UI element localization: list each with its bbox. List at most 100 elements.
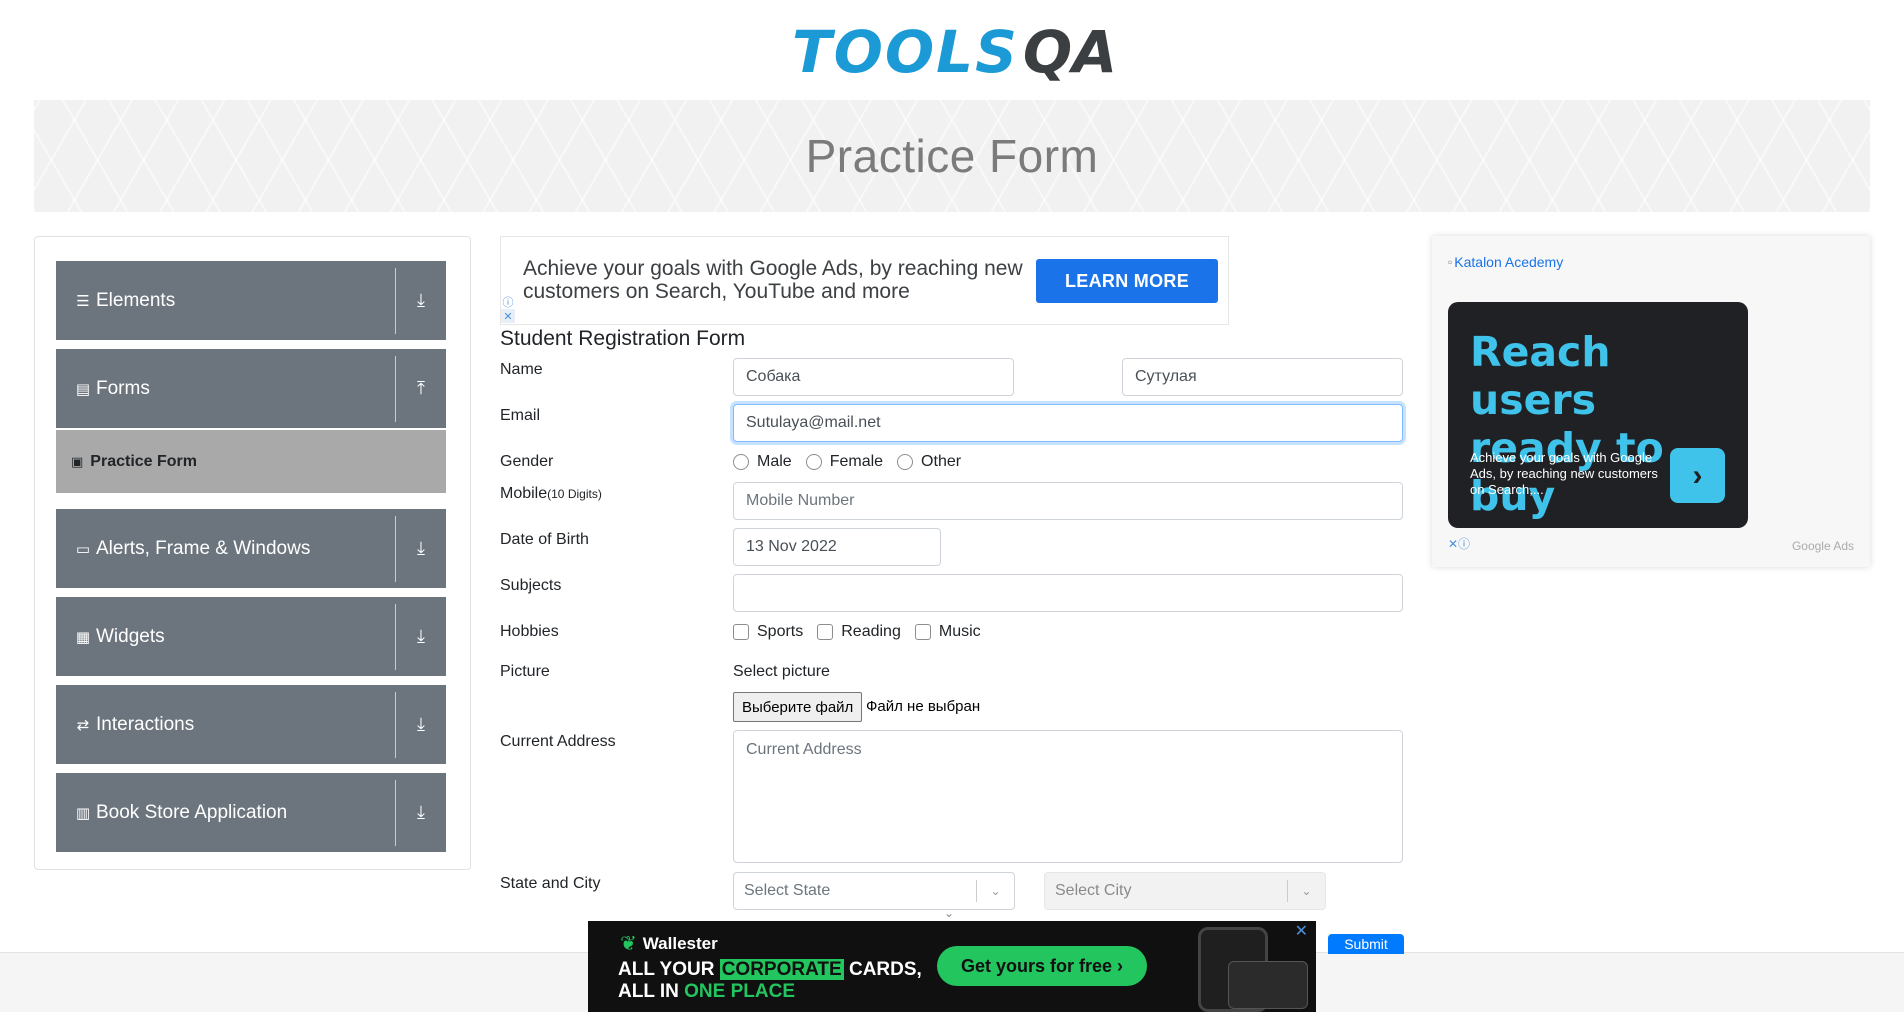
ad-close-icon[interactable]: ✕ <box>501 309 515 323</box>
name-label: Name <box>500 361 543 378</box>
checkbox-label-music: Music <box>938 623 981 640</box>
ad-line-1-a: ALL YOUR <box>618 959 720 980</box>
sidebar-group-label: Elements <box>96 289 176 311</box>
expand-arrow-icon[interactable]: ⤓ <box>396 290 446 311</box>
ad-line-1-c: CARDS, <box>843 959 922 980</box>
mobile-hint: (10 Digits) <box>547 487 602 501</box>
checkbox-label-sports: Sports <box>757 623 804 640</box>
expand-arrow-icon[interactable]: ⤓ <box>396 802 446 823</box>
sidebar: ☰ Elements ⤓ ▤ Forms ⤒ ▣ Practice Form ▭… <box>34 236 471 870</box>
checkbox-reading[interactable] <box>817 624 834 640</box>
page-title: Practice Form <box>805 130 1099 182</box>
last-name-input[interactable]: Сутулая <box>1122 358 1403 396</box>
form-icon: ▤ <box>75 380 91 398</box>
chevron-down-icon[interactable]: ⌄ <box>1288 884 1325 898</box>
checkbox-music[interactable] <box>914 624 931 640</box>
gender-option-female[interactable]: Female <box>805 453 884 471</box>
katalon-ad[interactable]: ▫ Katalon Acedemy Reach users ready to b… <box>1432 236 1870 567</box>
collapse-arrow-icon[interactable]: ⤒ <box>396 378 446 399</box>
hobby-option-sports[interactable]: Sports <box>733 623 803 641</box>
learn-more-button[interactable]: LEARN MORE <box>1036 259 1218 303</box>
state-select[interactable]: Select State ⌄ <box>733 872 1015 910</box>
ad-line-1: ALL YOUR CORPORATE CARDS, <box>618 959 922 981</box>
wallester-logo-icon: ❦ <box>620 933 637 955</box>
dob-label: Date of Birth <box>500 531 589 548</box>
choose-file-button[interactable]: Выберите файл <box>733 692 863 722</box>
logo-qa-text: QA <box>1022 18 1118 86</box>
mobile-label-text: Mobile <box>500 485 548 502</box>
ad-card[interactable]: Reach users ready to buy Achieve your go… <box>1448 302 1748 528</box>
wallester-brand: ❦ Wallester <box>620 931 718 956</box>
sidebar-group-book-store[interactable]: ▥ Book Store Application ⤓ <box>56 773 446 852</box>
gender-radio-group: Male Female Other <box>733 453 975 471</box>
interactions-icon: ⇄ <box>76 716 90 734</box>
ad-text: Achieve your goals with Google Ads, by r… <box>523 257 1023 303</box>
submit-button[interactable]: Submit <box>1328 934 1404 954</box>
sidebar-group-widgets[interactable]: ▦ Widgets ⤓ <box>56 597 446 676</box>
chevron-down-icon[interactable]: ⌄ <box>977 884 1014 898</box>
ad-line-2: ALL IN ONE PLACE <box>618 981 795 1003</box>
card-image <box>1228 961 1308 1009</box>
sidebar-group-label: Interactions <box>96 713 195 735</box>
radio-label-female: Female <box>829 453 884 470</box>
gender-option-male[interactable]: Male <box>733 453 792 471</box>
ad-line-2-a: ALL IN <box>618 981 685 1002</box>
expand-arrow-icon[interactable]: ⤓ <box>396 538 446 559</box>
state-select-value: Select State <box>744 882 831 899</box>
gender-option-other[interactable]: Other <box>897 453 961 471</box>
arrow-right-icon[interactable]: › <box>1670 448 1725 503</box>
hobby-option-reading[interactable]: Reading <box>817 623 901 641</box>
radio-male[interactable] <box>733 454 749 470</box>
toolsqa-logo[interactable]: TOOLS QA <box>792 14 1117 90</box>
ad-line-2-highlight: ONE PLACE <box>684 981 796 1002</box>
broken-image-icon: ▫ <box>1448 255 1453 269</box>
book-icon: ▥ <box>75 804 91 822</box>
hobbies-label: Hobbies <box>500 623 559 640</box>
google-ads-banner[interactable]: Achieve your goals with Google Ads, by r… <box>500 236 1229 325</box>
state-city-label: State and City <box>500 875 601 892</box>
radio-other[interactable] <box>897 454 914 470</box>
subjects-input[interactable] <box>733 574 1403 612</box>
expand-arrow-icon[interactable]: ⤓ <box>396 714 446 735</box>
ad-info-icon[interactable]: ⓘ <box>501 295 515 309</box>
city-select[interactable]: Select City ⌄ <box>1044 872 1326 910</box>
sidebar-group-elements[interactable]: ☰ Elements ⤓ <box>56 261 446 340</box>
radio-female[interactable] <box>805 454 822 470</box>
ad-close-icon[interactable]: ✕ⓘ <box>1448 535 1470 552</box>
google-ads-label: Google Ads <box>1791 539 1854 553</box>
mobile-input[interactable]: Mobile Number <box>733 482 1403 520</box>
hobby-option-music[interactable]: Music <box>914 623 981 641</box>
checkbox-sports[interactable] <box>733 624 749 640</box>
current-address-textarea[interactable]: Current Address <box>733 730 1403 863</box>
sidebar-item-label: Practice Form <box>90 452 198 470</box>
sidebar-group-interactions[interactable]: ⇄ Interactions ⤓ <box>56 685 446 764</box>
logo-tools-text: TOOLS <box>792 18 1019 86</box>
checkbox-label-reading: Reading <box>841 623 901 640</box>
scroll-chevron-icon: ⌄ <box>944 906 955 920</box>
sidebar-group-label: Forms <box>96 377 150 399</box>
hobbies-checkbox-group: Sports Reading Music <box>733 623 995 641</box>
radio-label-other: Other <box>921 453 962 470</box>
ad-line-1-highlight: CORPORATE <box>719 959 844 980</box>
radio-label-male: Male <box>757 453 792 470</box>
file-status-text: Файл не выбран <box>866 698 981 715</box>
wallester-brand-name: Wallester <box>642 933 718 953</box>
sidebar-group-label: Alerts, Frame & Windows <box>96 537 311 559</box>
first-name-input[interactable]: Собака <box>733 358 1014 396</box>
date-of-birth-input[interactable]: 13 Nov 2022 <box>733 528 941 566</box>
ad-body-text: Achieve your goals with Google Ads, by r… <box>1470 450 1658 497</box>
email-label: Email <box>500 407 541 424</box>
email-input[interactable]: Sutulaya@mail.net <box>733 404 1403 442</box>
get-yours-button[interactable]: Get yours for free › <box>937 946 1147 986</box>
form-title: Student Registration Form <box>500 327 746 350</box>
wallester-ad[interactable]: ❦ Wallester ALL YOUR CORPORATE CARDS, AL… <box>588 921 1316 1012</box>
sidebar-item-practice-form[interactable]: ▣ Practice Form <box>56 430 446 493</box>
katalon-image-placeholder[interactable]: ▫ Katalon Acedemy <box>1448 254 1563 270</box>
expand-arrow-icon[interactable]: ⤓ <box>396 626 446 647</box>
sidebar-group-forms[interactable]: ▤ Forms ⤒ <box>56 349 446 428</box>
practice-form-icon: ▣ <box>71 453 84 469</box>
window-icon: ▭ <box>75 540 91 558</box>
list-icon: ☰ <box>76 292 90 310</box>
ad-close-icon[interactable]: ✕ <box>1295 921 1308 941</box>
sidebar-group-alerts[interactable]: ▭ Alerts, Frame & Windows ⤓ <box>56 509 446 588</box>
